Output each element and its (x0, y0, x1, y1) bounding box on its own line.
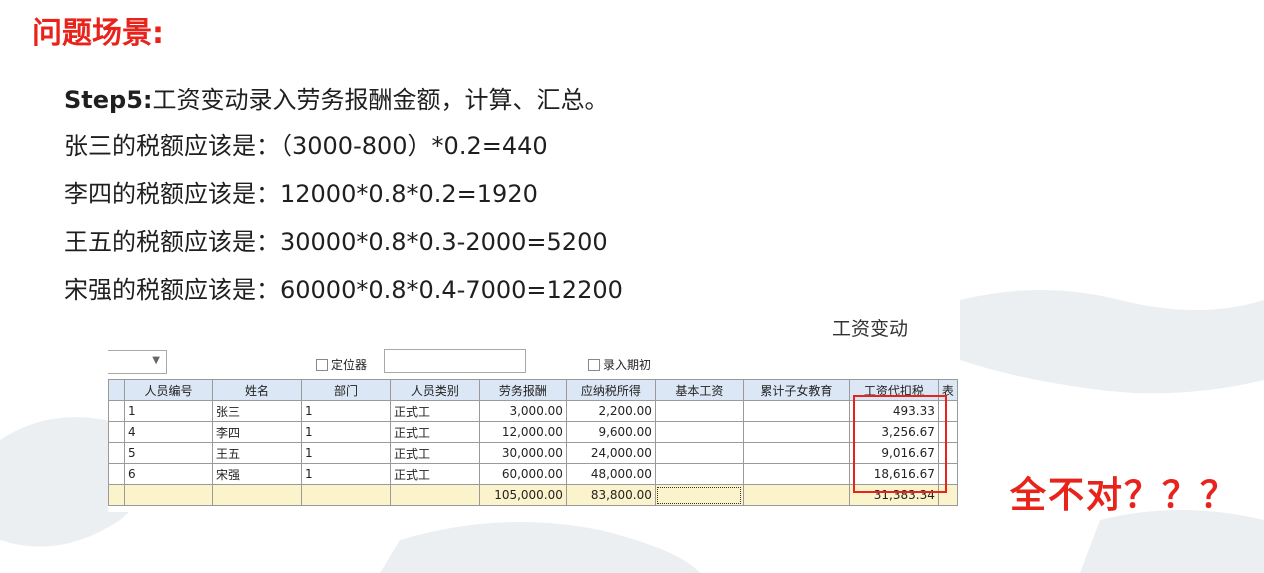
table-cell[interactable] (108, 463, 125, 485)
table-cell[interactable]: 12,000.00 (478, 421, 567, 443)
table-cell[interactable]: 李四 (211, 421, 302, 443)
table-cell[interactable]: 正式工 (389, 463, 480, 485)
table-cell[interactable] (742, 400, 850, 422)
table-cell[interactable]: 9,600.00 (565, 421, 656, 443)
header-cell[interactable]: 基本工资 (654, 379, 744, 401)
table-cell[interactable] (654, 400, 744, 422)
chevron-down-icon: ▼ (152, 355, 160, 366)
table-cell[interactable]: 1 (300, 463, 391, 485)
table-cell[interactable] (742, 421, 850, 443)
total-cell[interactable] (742, 484, 850, 506)
total-cell[interactable] (123, 484, 213, 506)
table-cell[interactable]: 正式工 (389, 400, 480, 422)
salary-change-window: 工资变动 ▼ 定位器 录入期初 人员编号 姓名 部门 人员类别 劳务报酬 应纳税… (108, 302, 959, 512)
total-cell[interactable]: 83,800.00 (565, 484, 656, 506)
header-cell[interactable]: 应纳税所得 (565, 379, 656, 401)
window-title: 工资变动 (831, 318, 908, 340)
table-cell[interactable]: 6 (123, 463, 213, 485)
header-cell[interactable]: 劳务报酬 (478, 379, 567, 401)
table-cell[interactable]: 48,000.00 (565, 463, 656, 485)
table-cell[interactable] (654, 421, 744, 443)
table-cell[interactable] (654, 463, 744, 485)
table-cell[interactable] (742, 442, 850, 464)
header-cell[interactable]: 部门 (300, 379, 391, 401)
entry-initial-checkbox[interactable]: 录入期初 (588, 356, 651, 373)
table-cell[interactable] (108, 400, 125, 422)
table-cell[interactable]: 王五 (211, 442, 302, 464)
total-cell[interactable] (211, 484, 302, 506)
table-cell[interactable]: 3,000.00 (478, 400, 567, 422)
verdict-text: 全不对？？？ (1010, 475, 1239, 516)
table-cell[interactable]: 1 (300, 421, 391, 443)
highlight-box (853, 395, 947, 493)
table-cell[interactable]: 2,200.00 (565, 400, 656, 422)
table-cell[interactable]: 1 (123, 400, 213, 422)
total-row[interactable]: 105,000.00 83,800.00 31,383.34 (108, 484, 959, 506)
table-cell[interactable]: 60,000.00 (478, 463, 567, 485)
table-cell[interactable]: 30,000.00 (478, 442, 567, 464)
table-row[interactable]: 4 李四 1 正式工 12,000.00 9,600.00 3,256.67 (108, 421, 959, 443)
header-cell[interactable]: 人员编号 (123, 379, 213, 401)
table-cell[interactable]: 1 (300, 400, 391, 422)
header-cell[interactable]: 姓名 (211, 379, 302, 401)
checkbox-icon (316, 358, 328, 371)
table-cell[interactable] (654, 442, 744, 464)
table-row[interactable]: 5 王五 1 正式工 30,000.00 24,000.00 9,016.67 (108, 442, 959, 464)
table-cell[interactable]: 4 (123, 421, 213, 443)
slide-title: 问题场景: (32, 16, 164, 51)
songqiang-line: 宋强的税额应该是：60000*0.8*0.4-7000=12200 (64, 276, 623, 304)
total-cell[interactable] (389, 484, 480, 506)
step-label: Step5: (64, 86, 153, 114)
total-cell[interactable]: 105,000.00 (478, 484, 567, 506)
zhangsan-line: 张三的税额应该是：（3000-800）*0.2=440 (64, 132, 548, 160)
header-row: 人员编号 姓名 部门 人员类别 劳务报酬 应纳税所得 基本工资 累计子女教育 工… (108, 379, 959, 401)
table-cell[interactable]: 宋强 (211, 463, 302, 485)
header-cell[interactable]: 累计子女教育 (742, 379, 850, 401)
entry-initial-label: 录入期初 (603, 358, 652, 372)
step-text: 工资变动录入劳务报酬金额，计算、汇总。 (152, 86, 609, 114)
table-cell[interactable] (108, 421, 125, 443)
header-cell[interactable] (108, 379, 125, 401)
total-cell[interactable] (300, 484, 391, 506)
checkbox-icon (588, 358, 600, 371)
total-cell[interactable] (108, 484, 125, 506)
table-cell[interactable] (108, 442, 125, 464)
table-cell[interactable] (742, 463, 850, 485)
table-cell[interactable]: 24,000.00 (565, 442, 656, 464)
table-row[interactable]: 1 张三 1 正式工 3,000.00 2,200.00 493.33 (108, 400, 959, 422)
table-row[interactable]: 6 宋强 1 正式工 60,000.00 48,000.00 18,616.67 (108, 463, 959, 485)
wangwu-line: 王五的税额应该是：30000*0.8*0.3-2000=5200 (64, 228, 608, 256)
table-cell[interactable]: 1 (300, 442, 391, 464)
salary-table: 人员编号 姓名 部门 人员类别 劳务报酬 应纳税所得 基本工资 累计子女教育 工… (108, 379, 959, 506)
step-line: Step5:工资变动录入劳务报酬金额，计算、汇总。 (64, 80, 609, 115)
table-cell[interactable]: 正式工 (389, 421, 480, 443)
table-cell[interactable]: 正式工 (389, 442, 480, 464)
table-cell[interactable]: 张三 (211, 400, 302, 422)
locator-label: 定位器 (331, 358, 368, 372)
filter-dropdown[interactable]: ▼ (108, 350, 167, 374)
lisi-line: 李四的税额应该是：12000*0.8*0.2=1920 (64, 180, 538, 208)
total-cell[interactable] (654, 484, 744, 506)
locator-checkbox[interactable]: 定位器 (316, 356, 367, 373)
locator-input[interactable] (384, 349, 526, 373)
table-cell[interactable]: 5 (123, 442, 213, 464)
header-cell[interactable]: 人员类别 (389, 379, 480, 401)
